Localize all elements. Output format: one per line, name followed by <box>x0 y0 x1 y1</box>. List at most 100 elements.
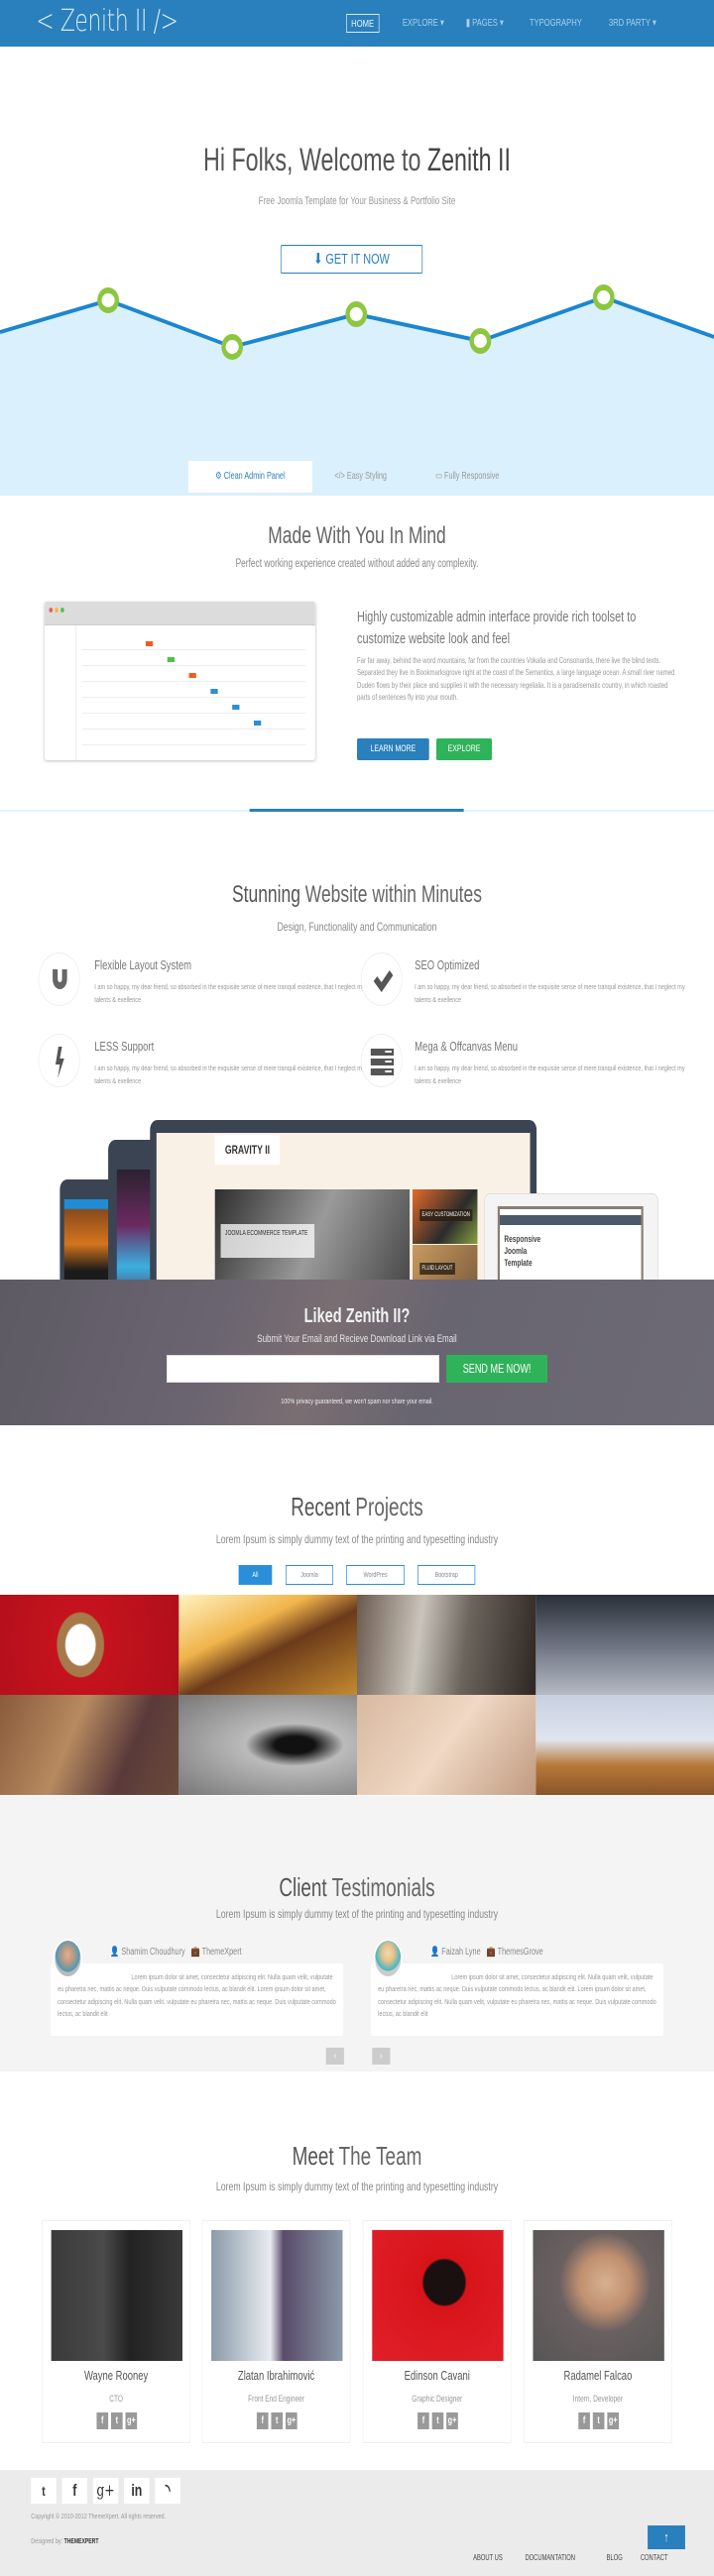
project-tile-coffee-macarons[interactable] <box>0 1695 178 1795</box>
facebook-icon[interactable]: f <box>417 2412 429 2429</box>
browser-chrome <box>45 602 315 625</box>
tab-fully-responsive[interactable]: ▭ Fully Responsive <box>416 461 518 493</box>
chevron-down-icon: ▾ <box>652 17 656 29</box>
project-tile-laptop-glasses[interactable] <box>535 1695 714 1795</box>
linkedin-icon[interactable]: in <box>124 2478 150 2504</box>
tab-easy-styling[interactable]: </> Easy Styling <box>321 461 401 493</box>
features-title: Stunning Website within Minutes <box>0 881 714 909</box>
twitter-icon[interactable]: t <box>592 2412 605 2429</box>
member-name: Edinson Cavani <box>404 2368 470 2383</box>
get-it-now-button[interactable]: ⬇ GET IT NOW <box>280 245 423 274</box>
color-swatch <box>167 657 175 662</box>
feature-text: I am so happy, my dear friend, so absorb… <box>94 982 365 1004</box>
member-name: Wayne Rooney <box>83 2368 149 2383</box>
magnet-icon <box>53 969 67 989</box>
badge-label: FLUID LAYOUT <box>419 1263 455 1275</box>
tab-label: Clean Admin Panel <box>223 471 286 482</box>
admin-row <box>81 665 306 666</box>
title-bold: Stunning <box>232 881 300 908</box>
hero-subtitle: Free Joomla Template for Your Business &… <box>258 195 456 207</box>
designed-by: Designed by: THEMEXPERT <box>31 2536 98 2545</box>
slide-image: JOOMLA ECOMMERCE TEMPLATE <box>214 1189 411 1280</box>
filter-all[interactable]: All <box>238 1565 273 1585</box>
feature-title: Mega & Offcanvas Menu <box>415 1039 519 1054</box>
admin-panel-screenshot <box>45 602 315 760</box>
laptop-screen: GRAVITY II JOOMLA ECOMMERCE TEMPLATE EAS… <box>156 1133 531 1280</box>
prev-arrow-button[interactable]: ‹ <box>325 2048 344 2065</box>
nav-pages[interactable]: ▮ PAGES ▾ <box>461 14 508 33</box>
nav-label: PAGES <box>472 17 498 29</box>
member-photo <box>211 2230 343 2361</box>
project-tile-smartphone[interactable] <box>535 1595 714 1695</box>
avatar <box>373 1939 403 1978</box>
filter-wordpress[interactable]: WordPres <box>346 1565 405 1585</box>
title-bold: Meet <box>292 2141 334 2171</box>
twitter-icon[interactable]: t <box>271 2412 284 2429</box>
avatar <box>53 1939 82 1978</box>
scroll-to-top-button[interactable]: ↑ <box>648 2525 685 2549</box>
badge-label: EASY CUSTOMIZATION <box>419 1209 473 1221</box>
nav-3rd-party[interactable]: 3RD PARTY ▾ <box>604 14 660 33</box>
project-tile-coffee-cup[interactable] <box>0 1595 178 1695</box>
navbar: < Zenith II /> HOME EXPLORE ▾ ▮ PAGES ▾ … <box>0 0 714 47</box>
download-icon: ⬇ <box>313 251 323 268</box>
admin-row <box>81 744 306 745</box>
feature-icon-circle <box>360 1034 403 1087</box>
user-icon: 👤 <box>110 1947 120 1958</box>
nav-label: 3RD PARTY <box>608 17 651 29</box>
footer-link-documentation[interactable]: DOCUMANTATION <box>525 2553 575 2562</box>
filter-joomla[interactable]: Joomla <box>285 1565 333 1585</box>
project-tile-girl-sunset[interactable] <box>178 1595 357 1695</box>
facebook-icon[interactable]: f <box>96 2412 109 2429</box>
gravity-logo: GRAVITY II <box>214 1135 281 1165</box>
footer-link-about-us[interactable]: ABOUT US <box>473 2553 503 2562</box>
tab-clean-admin-panel[interactable]: ⚙ Clean Admin Panel <box>187 461 312 493</box>
email-input[interactable] <box>166 1355 439 1383</box>
project-tile-sunglasses[interactable] <box>178 1695 357 1795</box>
rss-icon[interactable]: ◝ <box>155 2478 180 2504</box>
explore-button[interactable]: EXPLORE <box>435 738 492 760</box>
member-photo <box>533 2230 664 2361</box>
next-arrow-button[interactable]: › <box>372 2048 391 2065</box>
logo[interactable]: < Zenith II /> <box>36 4 178 39</box>
facebook-icon[interactable]: f <box>578 2412 590 2429</box>
twitter-icon[interactable]: t <box>110 2412 123 2429</box>
badge-image: EASY CUSTOMIZATION <box>412 1189 478 1244</box>
nav-label: HOME <box>351 18 375 30</box>
learn-more-button[interactable]: LEARN MORE <box>356 738 429 760</box>
project-tile-desk-notebooks[interactable] <box>356 1695 536 1795</box>
feature-icon-circle <box>360 952 403 1006</box>
testimonial-text: Lorem ipsum dolor sit amet, consectetur … <box>378 1972 656 2018</box>
google-plus-icon[interactable]: g+ <box>607 2412 619 2429</box>
check-icon <box>373 970 394 992</box>
team-member-card: Edinson Cavani Graphic Designer f t g+ <box>362 2220 512 2443</box>
nav-explore[interactable]: EXPLORE ▾ <box>398 14 448 33</box>
member-name: Radamel Falcao <box>563 2368 633 2383</box>
tablet-text: Responsive Joomla Template <box>504 1234 541 1268</box>
badge-image: FLUID LAYOUT <box>412 1245 478 1280</box>
twitter-icon[interactable]: t <box>31 2478 57 2504</box>
author-company: ThemeXpert <box>201 1947 242 1958</box>
laptop-mockup: GRAVITY II JOOMLA ECOMMERCE TEMPLATE EAS… <box>150 1120 537 1280</box>
feature-title: Flexible Layout System <box>94 957 192 972</box>
google-plus-icon[interactable]: g+ <box>285 2412 298 2429</box>
google-plus-icon[interactable]: g+ <box>92 2478 119 2504</box>
newsletter-subtitle: Submit Your Email and Recieve Download L… <box>257 1333 457 1345</box>
facebook-icon[interactable]: f <box>61 2478 87 2504</box>
google-plus-icon[interactable]: g+ <box>125 2412 138 2429</box>
nav-typography[interactable]: TYPOGRAPHY <box>525 14 586 33</box>
send-me-now-button[interactable]: SEND ME NOW! <box>446 1355 547 1383</box>
hero-title: Hi Folks, Welcome to Zenith II <box>0 142 714 178</box>
admin-sidebar <box>45 625 77 760</box>
projects-title: Recent Projects <box>0 1492 714 1522</box>
filter-bootstrap[interactable]: Bootstrap <box>417 1565 476 1585</box>
project-tile-street-bicycle[interactable] <box>356 1595 536 1695</box>
themexpert-logo[interactable]: THEMEXPERT <box>64 2538 99 2545</box>
facebook-icon[interactable]: f <box>256 2412 269 2429</box>
footer-link-blog[interactable]: BLOG <box>607 2553 623 2562</box>
google-plus-icon[interactable]: g+ <box>446 2412 458 2429</box>
footer-link-contact[interactable]: CONTACT <box>641 2553 668 2562</box>
twitter-icon[interactable]: t <box>431 2412 444 2429</box>
admin-row <box>81 697 306 698</box>
nav-home[interactable]: HOME <box>346 14 380 33</box>
